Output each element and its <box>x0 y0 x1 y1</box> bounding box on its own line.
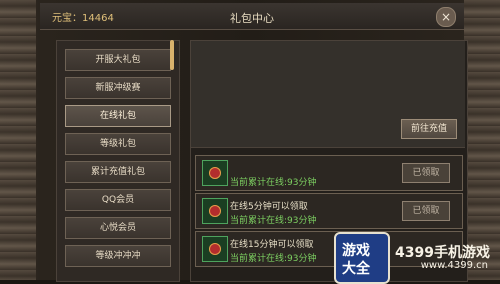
right-pillar <box>464 0 500 280</box>
gift-bag-icon <box>202 198 228 224</box>
banner-area: 前往充值 <box>191 41 465 148</box>
online-time-text: 当前累计在线:93分钟 <box>230 254 317 264</box>
sidebar-item-online-gift[interactable]: 在线礼包 <box>65 105 171 127</box>
gift-bag-icon <box>202 236 228 262</box>
close-icon[interactable]: × <box>436 7 456 27</box>
reward-title: 在线15分钟可以领取 <box>230 240 314 250</box>
sidebar-item-xinyue-member[interactable]: 心悦会员 <box>65 217 171 239</box>
reward-row: 当前累计在线:93分钟 已领取 <box>195 155 463 191</box>
online-time-text: 当前累计在线:93分钟 <box>230 216 317 226</box>
gift-bag-icon <box>202 160 228 186</box>
logo-text-line2: 大全 <box>342 261 370 277</box>
online-time-text: 当前累计在线:93分钟 <box>230 178 317 188</box>
sidebar-item-open-gift[interactable]: 开服大礼包 <box>65 49 171 71</box>
sidebar: 开服大礼包 新服冲级赛 在线礼包 等级礼包 累计充值礼包 QQ会员 心悦会员 等… <box>56 40 180 282</box>
reward-title: 在线5分钟可以领取 <box>230 202 308 212</box>
window-title: 礼包中心 <box>230 12 274 25</box>
game-logo: 游戏 大全 <box>334 232 390 284</box>
sidebar-item-recharge-gift[interactable]: 累计充值礼包 <box>65 161 171 183</box>
sidebar-item-qq-member[interactable]: QQ会员 <box>65 189 171 211</box>
claimed-button[interactable]: 已领取 <box>402 163 450 183</box>
reward-row: 在线5分钟可以领取 当前累计在线:93分钟 已领取 <box>195 193 463 229</box>
sidebar-item-server-race[interactable]: 新服冲级赛 <box>65 77 171 99</box>
recharge-button[interactable]: 前往充值 <box>401 119 457 139</box>
logo-text-line1: 游戏 <box>342 243 370 259</box>
claimed-button[interactable]: 已领取 <box>402 201 450 221</box>
sidebar-item-level-rush[interactable]: 等级冲冲冲 <box>65 245 171 267</box>
watermark-text: 4399手机游戏 <box>395 245 490 261</box>
sidebar-item-level-gift[interactable]: 等级礼包 <box>65 133 171 155</box>
game-frame: 元宝：14464 礼包中心 × 开服大礼包 新服冲级赛 在线礼包 等级礼包 累计… <box>0 0 500 284</box>
top-bar: 元宝：14464 礼包中心 × <box>40 3 464 30</box>
watermark-url: www.4399.cn <box>420 260 488 271</box>
sidebar-scrollbar[interactable] <box>170 40 174 70</box>
left-pillar <box>0 0 36 280</box>
